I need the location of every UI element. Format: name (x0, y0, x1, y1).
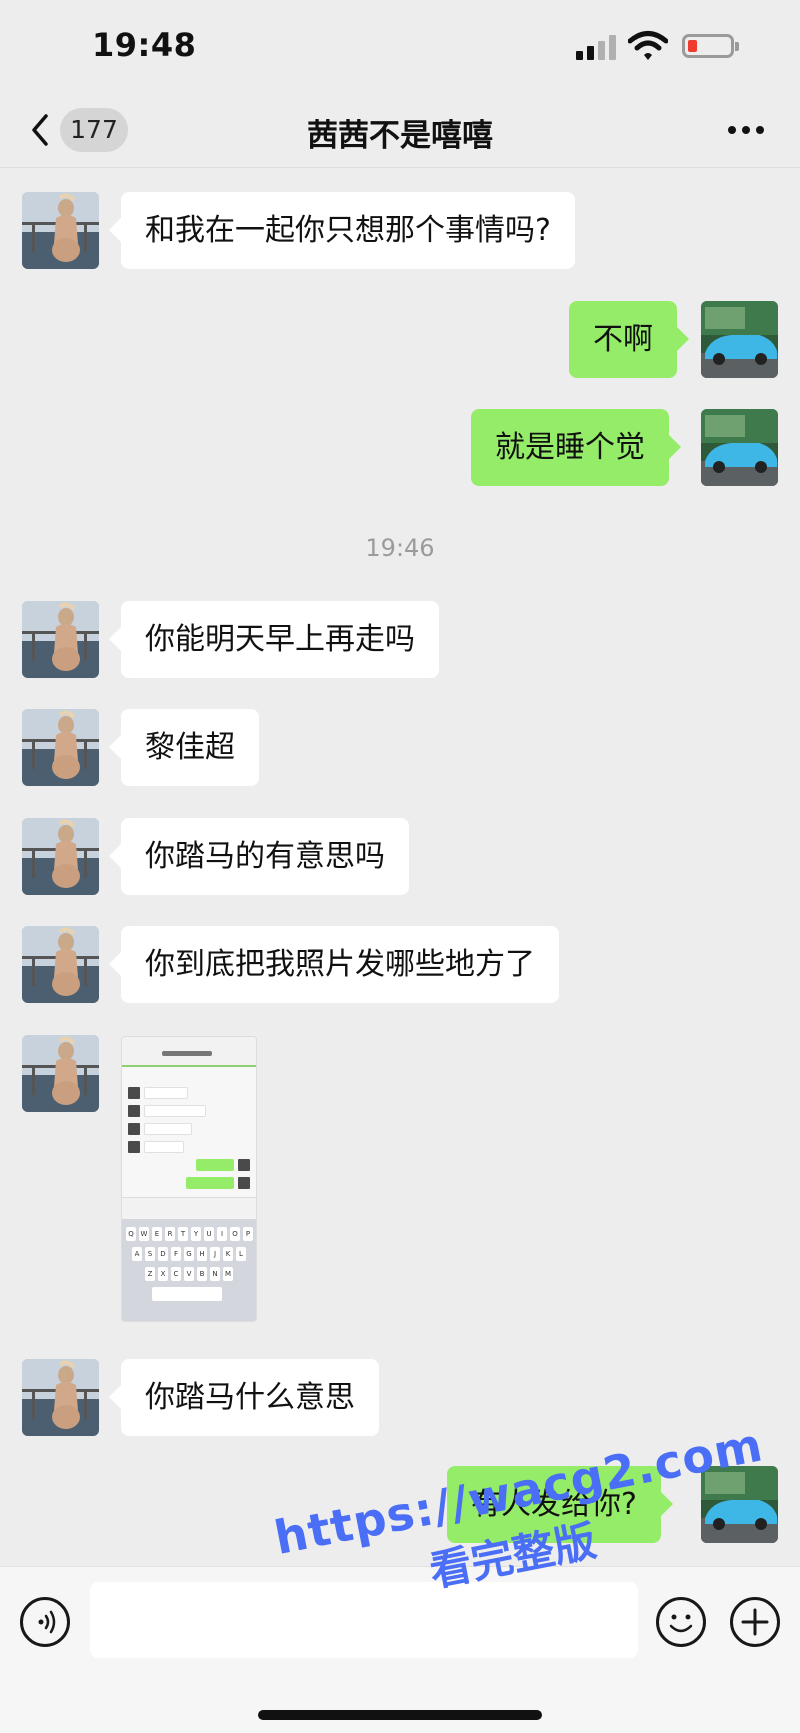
voice-icon[interactable] (20, 1597, 70, 1647)
incoming-message-bubble[interactable]: 你踏马什么意思 (109, 1359, 379, 1436)
contact-avatar[interactable] (22, 192, 99, 269)
contact-avatar[interactable] (22, 709, 99, 786)
message-input[interactable] (90, 1582, 638, 1658)
signal-icon (576, 34, 616, 60)
emoji-icon[interactable] (656, 1597, 706, 1647)
contact-avatar[interactable] (22, 601, 99, 678)
outgoing-message-bubble[interactable]: 有人发给你? (447, 1466, 673, 1543)
more-icon[interactable] (728, 126, 768, 136)
status-time: 19:48 (92, 26, 197, 64)
my-avatar[interactable] (701, 409, 778, 486)
plus-icon[interactable] (730, 1597, 780, 1647)
outgoing-message-bubble[interactable]: 就是睡个觉 (471, 409, 681, 486)
chat-timestamp: 19:46 (365, 534, 435, 562)
my-avatar[interactable] (701, 301, 778, 378)
chat-title: 茜茜不是嘻嘻 (307, 118, 493, 154)
outgoing-message-bubble[interactable]: 不啊 (569, 301, 689, 378)
chat-navbar: 177 茜茜不是嘻嘻 (0, 92, 800, 168)
contact-avatar[interactable] (22, 818, 99, 895)
my-avatar[interactable] (701, 1466, 778, 1543)
image-message-thumbnail[interactable]: QWERTYUIOP ASDFGHJKL ZXCVBNM (121, 1036, 257, 1322)
contact-avatar[interactable] (22, 1035, 99, 1112)
incoming-message-bubble[interactable]: 你能明天早上再走吗 (109, 601, 439, 678)
input-toolbar (0, 1566, 800, 1733)
incoming-message-bubble[interactable]: 和我在一起你只想那个事情吗? (109, 192, 575, 269)
incoming-message-bubble[interactable]: 你踏马的有意思吗 (109, 818, 409, 895)
battery-icon (682, 34, 739, 58)
status-bar: 19:48 (0, 0, 800, 92)
home-indicator (258, 1710, 542, 1720)
wifi-icon (628, 31, 668, 60)
incoming-message-bubble[interactable]: 你到底把我照片发哪些地方了 (109, 926, 559, 1003)
contact-avatar[interactable] (22, 926, 99, 1003)
contact-avatar[interactable] (22, 1359, 99, 1436)
incoming-message-bubble[interactable]: 黎佳超 (109, 709, 259, 786)
